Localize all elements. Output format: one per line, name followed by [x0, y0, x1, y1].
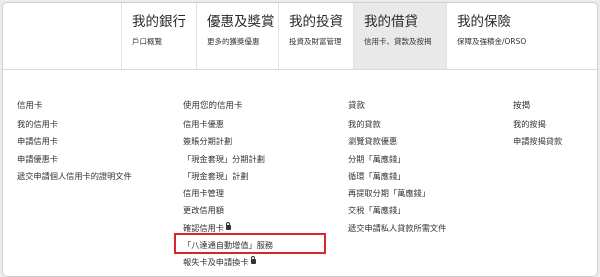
nav-title: 我的借貸 — [364, 14, 418, 30]
menu-link-label: 報失卡及申請換卡 — [183, 257, 249, 268]
lock-icon — [250, 256, 256, 265]
nav-subtitle: 戶口概覽 — [132, 37, 162, 46]
menu-link[interactable]: 信用卡管理 — [183, 185, 273, 202]
nav-title: 我的投資 — [289, 14, 343, 30]
column-mortgages: 按揭 我的按揭 申請按揭貸款 — [513, 99, 562, 151]
column-heading: 信用卡 — [17, 101, 43, 111]
nav-subtitle: 投資及財富管理 — [289, 37, 342, 46]
column-heading: 使用您的信用卡 — [183, 101, 243, 111]
menu-link[interactable]: 申請優惠卡 — [17, 151, 132, 168]
nav-title: 我的銀行 — [132, 14, 186, 30]
nav-title: 我的保險 — [457, 14, 511, 30]
nav-my-borrowing[interactable]: 我的借貸 信用卡、貸款及按揭 — [353, 3, 446, 69]
nav-subtitle: 信用卡、貸款及按揭 — [364, 37, 432, 46]
column-heading: 貸款 — [348, 101, 366, 111]
nav-my-investments[interactable]: 我的投資 投資及財富管理 — [278, 3, 353, 69]
nav-subtitle: 更多的獲獎優惠 — [207, 37, 260, 46]
menu-link[interactable]: 「現金套現」計劃 — [183, 168, 273, 185]
column-loans: 貸款 我的貸款 瀏覽貸款優惠 分期「萬應錢」 循環「萬應錢」 再提取分期「萬應錢… — [348, 99, 446, 237]
mega-menu-panel: 我的銀行 戶口概覽 優惠及獎賞 更多的獲獎優惠 我的投資 投資及財富管理 我的借… — [2, 2, 598, 277]
menu-link[interactable]: 遞交申請個人信用卡的證明文件 — [17, 168, 132, 185]
nav-title: 優惠及獎賞 — [207, 14, 275, 30]
menu-link[interactable]: 分期「萬應錢」 — [348, 151, 446, 168]
menu-link[interactable]: 我的貸款 — [348, 116, 446, 133]
menu-link[interactable]: 交税「萬應錢」 — [348, 202, 446, 219]
menu-link[interactable]: 信用卡優惠 — [183, 116, 273, 133]
nav-subtitle: 保障及強積金/ORSO — [457, 37, 527, 46]
lock-icon — [225, 221, 231, 230]
menu-link[interactable]: 我的信用卡 — [17, 116, 132, 133]
nav-offers-rewards[interactable]: 優惠及獎賞 更多的獲獎優惠 — [196, 3, 278, 69]
menu-link-report-lost-card[interactable]: 報失卡及申請換卡 — [183, 254, 273, 271]
menu-link[interactable]: 簽賬分期計劃 — [183, 133, 273, 150]
menu-link-label: 確認信用卡 — [183, 222, 224, 233]
menu-link[interactable]: 循環「萬應錢」 — [348, 168, 446, 185]
menu-link[interactable]: 「現金套現」分期計劃 — [183, 151, 273, 168]
menu-link[interactable]: 瀏覽貸款優惠 — [348, 133, 446, 150]
nav-my-banking[interactable]: 我的銀行 戶口概覽 — [121, 3, 196, 69]
menu-link[interactable]: 我的按揭 — [513, 116, 562, 133]
menu-link[interactable]: 申請按揭貸款 — [513, 133, 562, 150]
highlight-box — [174, 233, 326, 254]
menu-link[interactable]: 申請信用卡 — [17, 133, 132, 150]
menu-link[interactable]: 再提取分期「萬應錢」 — [348, 185, 446, 202]
column-credit-cards: 信用卡 我的信用卡 申請信用卡 申請優惠卡 遞交申請個人信用卡的證明文件 — [17, 99, 132, 185]
nav-my-insurance[interactable]: 我的保險 保障及強積金/ORSO — [446, 3, 597, 69]
menu-link[interactable]: 更改信用額 — [183, 202, 273, 219]
column-heading: 按揭 — [513, 101, 531, 111]
top-navigation: 我的銀行 戶口概覽 優惠及獎賞 更多的獲獎優惠 我的投資 投資及財富管理 我的借… — [3, 3, 597, 70]
menu-link[interactable]: 遞交申請私人貸款所需文件 — [348, 220, 446, 237]
